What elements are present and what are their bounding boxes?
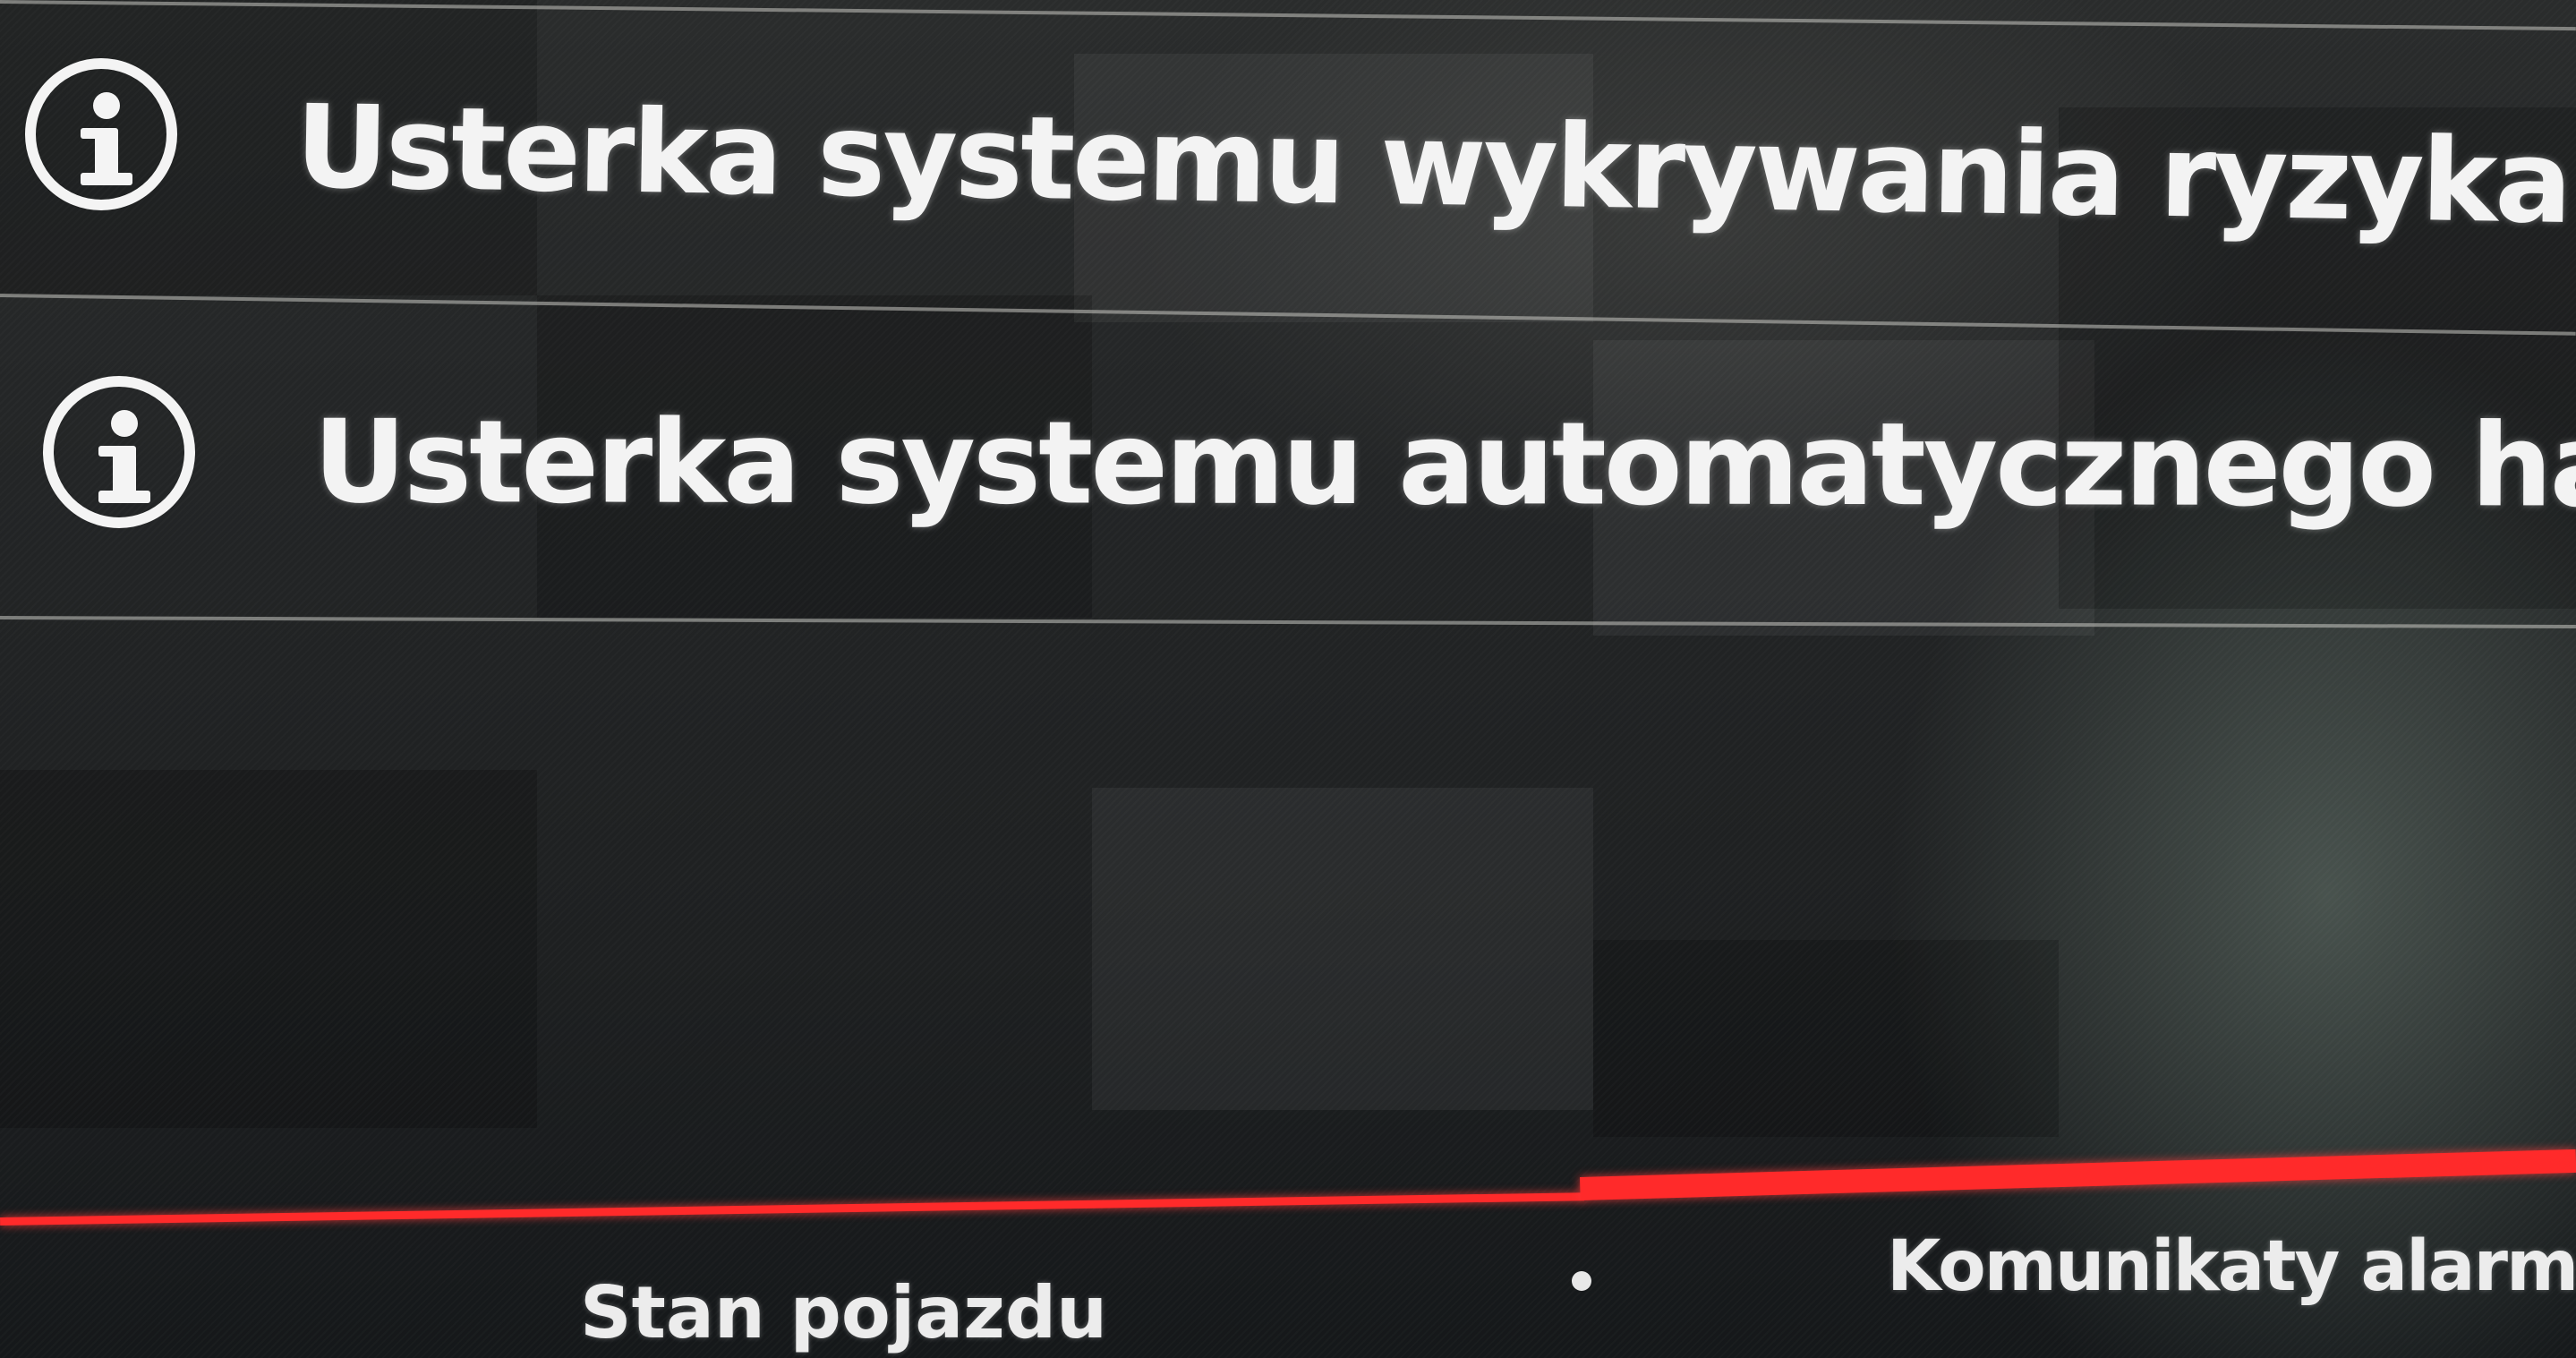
message-text: Usterka systemu wykrywania ryzyka zderze… bbox=[294, 81, 2576, 260]
list-item-auto-braking[interactable]: Usterka systemu automatycznego hamowania bbox=[0, 340, 2576, 636]
bottom-tab-bar: Stan pojazdu Komunikaty alarmow bbox=[0, 1137, 2576, 1358]
background-block bbox=[1593, 940, 2059, 1137]
info-icon bbox=[25, 58, 177, 210]
page-indicator-dot bbox=[1572, 1271, 1591, 1291]
message-text: Usterka systemu automatycznego hamowania bbox=[312, 396, 2576, 534]
background-block bbox=[1092, 788, 1593, 1110]
info-icon bbox=[43, 376, 195, 528]
background-block bbox=[0, 770, 537, 1128]
active-tab-indicator bbox=[1580, 1149, 2576, 1200]
tab-bar-line bbox=[0, 1192, 1584, 1226]
list-item-collision-warning[interactable]: Usterka systemu wykrywania ryzyka zderze… bbox=[0, 27, 2576, 322]
tab-vehicle-status[interactable]: Stan pojazdu bbox=[580, 1271, 1107, 1354]
vehicle-display-screen: Usterka systemu wykrywania ryzyka zderze… bbox=[0, 0, 2576, 1358]
tab-alert-messages[interactable]: Komunikaty alarmow bbox=[1887, 1226, 2576, 1307]
